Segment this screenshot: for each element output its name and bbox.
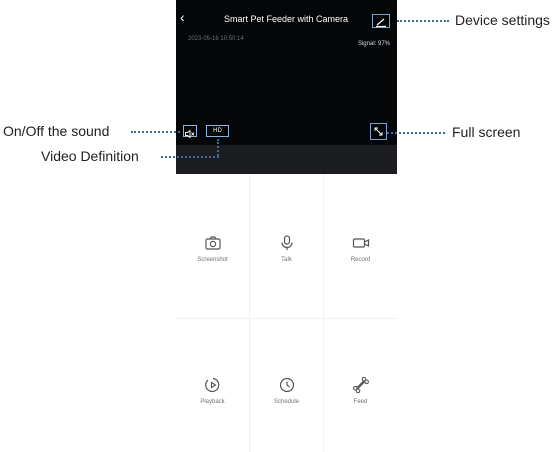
top-bar: ‹ Smart Pet Feeder with Camera — [176, 0, 397, 32]
video-control-strip — [176, 145, 397, 174]
device-settings-button[interactable] — [372, 14, 390, 28]
sound-leader — [131, 131, 180, 133]
sound-annotation: On/Off the sound — [3, 123, 110, 139]
device-settings-annotation: Device settings — [455, 12, 550, 28]
fullscreen-button[interactable] — [370, 123, 387, 140]
expand-icon — [374, 127, 383, 136]
fullscreen-annotation: Full screen — [452, 124, 521, 140]
record-button[interactable]: Record — [324, 235, 397, 295]
talk-button[interactable]: Talk — [250, 235, 323, 295]
video-definition-button[interactable]: HD — [206, 125, 229, 137]
feed-label: Feed — [353, 399, 368, 405]
feed-button[interactable]: Feed — [324, 377, 397, 437]
bone-icon — [352, 377, 369, 393]
back-button[interactable]: ‹ — [180, 10, 185, 24]
record-label: Record — [350, 257, 371, 263]
screenshot-label: Screenshot — [197, 257, 228, 263]
phone-screen: ‹ Smart Pet Feeder with Camera 2023-05-1… — [176, 0, 397, 452]
camera-video-view[interactable]: ‹ Smart Pet Feeder with Camera 2023-05-1… — [176, 0, 397, 174]
fullscreen-leader — [387, 132, 445, 134]
playback-label: Playback — [200, 399, 225, 405]
definition-leader-horizontal — [161, 156, 219, 158]
definition-annotation: Video Definition — [41, 148, 139, 164]
video-record-icon — [352, 238, 369, 248]
page-title: Smart Pet Feeder with Camera — [223, 14, 349, 24]
edit-icon — [376, 18, 386, 28]
microphone-icon — [280, 235, 293, 250]
signal-strength: Signal: 97% — [357, 41, 390, 47]
clock-icon — [279, 377, 294, 393]
sound-toggle-button[interactable] — [183, 125, 197, 139]
schedule-label: Schedule — [273, 399, 300, 405]
playback-button[interactable]: Playback — [176, 377, 249, 437]
talk-label: Talk — [281, 257, 292, 263]
definition-leader-vertical — [217, 139, 219, 156]
speaker-icon — [185, 129, 195, 139]
camera-icon — [204, 236, 221, 250]
playback-icon — [204, 377, 219, 392]
grid-divider — [176, 318, 397, 319]
screenshot-button[interactable]: Screenshot — [176, 235, 249, 295]
device-settings-leader — [397, 20, 449, 22]
schedule-button[interactable]: Schedule — [250, 377, 323, 437]
video-timestamp: 2023-05-16 10:50:14 — [188, 36, 244, 42]
